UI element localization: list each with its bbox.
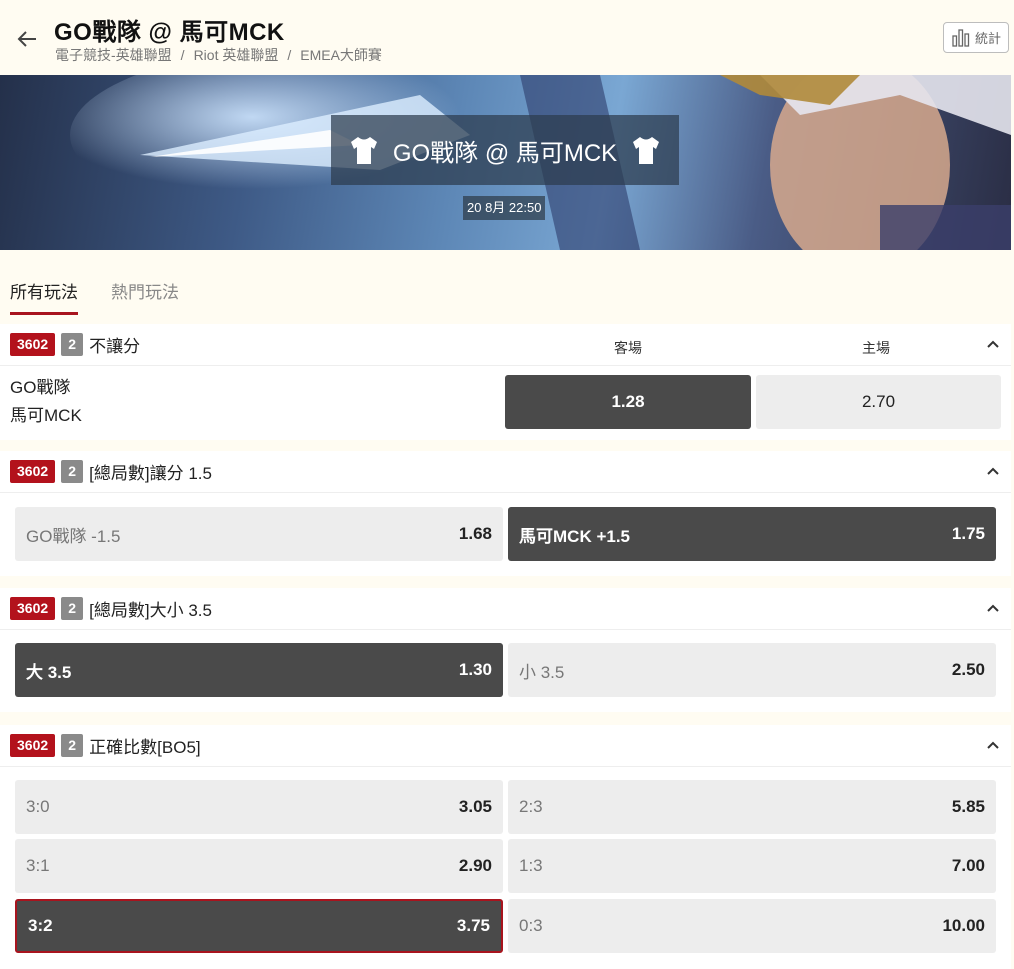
odds-value: 2.90 — [458, 856, 492, 875]
odds-value: 2.70 — [861, 392, 896, 411]
market-tabs: 所有玩法 熱門玩法 — [0, 278, 1014, 315]
market-id-badge: 3602 — [10, 333, 56, 356]
page-title: GO戰隊 @ 馬可MCK — [54, 19, 285, 46]
breadcrumb-item-league[interactable]: EMEA大師賽 — [300, 47, 382, 63]
home-jersey-icon — [633, 137, 660, 164]
option-label: 3:1 — [26, 856, 50, 875]
market-header[interactable]: 3602 2 不讓分 客場 主場 — [0, 324, 1011, 366]
stats-label: 統計 — [974, 31, 1001, 46]
odds-value: 3.75 — [456, 916, 490, 935]
odds-value: 1.30 — [458, 660, 492, 679]
breadcrumb-separator: / — [287, 47, 292, 63]
column-label-home: 主場 — [862, 340, 890, 356]
odds-value: 10.00 — [942, 916, 985, 935]
tab-all-markets[interactable]: 所有玩法 — [10, 278, 78, 315]
match-time: 20 8月 22:50 — [463, 196, 546, 220]
market-title: 不讓分 — [89, 337, 141, 356]
odds-button-score[interactable]: 3:2 3.75 — [15, 899, 503, 953]
bar-chart-icon — [952, 28, 970, 47]
option-label: 大 3.5 — [26, 662, 72, 682]
away-jersey-icon — [350, 137, 377, 164]
market-correct-score: 3602 2 正確比數[BO5] 3:0 3.05 2:3 5.85 3:1 2… — [0, 725, 1011, 969]
match-title-box: GO戰隊 @ 馬可MCK — [331, 115, 679, 185]
odds-value: 1.75 — [951, 524, 985, 543]
breadcrumb-item-sport[interactable]: 電子競技-英雄聯盟 — [55, 47, 172, 63]
match-banner: GO戰隊 @ 馬可MCK 20 8月 22:50 — [0, 75, 1011, 250]
page-header: GO戰隊 @ 馬可MCK 電子競技-英雄聯盟 / Riot 英雄聯盟 / EMEA大師賽… — [0, 0, 1014, 75]
column-label-away: 客場 — [614, 340, 642, 356]
market-id-badge: 3602 — [10, 597, 56, 620]
back-arrow-icon[interactable] — [14, 26, 40, 52]
market-header[interactable]: 3602 2 [總局數]讓分 1.5 — [0, 451, 1011, 493]
option-label: 3:0 — [26, 797, 50, 816]
market-id-badge: 3602 — [10, 734, 56, 757]
option-label: 馬可MCK +1.5 — [519, 526, 630, 546]
option-label: 3:2 — [28, 916, 53, 935]
market-header[interactable]: 3602 2 正確比數[BO5] — [0, 725, 1011, 767]
odds-button-score[interactable]: 3:1 2.90 — [15, 839, 503, 893]
market-count-badge: 2 — [61, 597, 84, 620]
odds-value: 5.85 — [951, 797, 985, 816]
option-label: 0:3 — [519, 916, 543, 935]
team-names: GO戰隊 馬可MCK — [10, 374, 82, 430]
market-count-badge: 2 — [61, 460, 84, 483]
option-label: 1:3 — [519, 856, 543, 875]
option-label: 小 3.5 — [519, 662, 565, 682]
market-count-badge: 2 — [61, 734, 84, 757]
market-count-badge: 2 — [61, 333, 84, 356]
breadcrumb-separator: / — [180, 47, 185, 63]
odds-button-option[interactable]: 大 3.5 1.30 — [15, 643, 503, 697]
market-moneyline: 3602 2 不讓分 客場 主場 GO戰隊 馬可MCK 1.28 2.70 — [0, 324, 1011, 440]
odds-value: 1.68 — [458, 524, 492, 543]
market-id-badge: 3602 — [10, 460, 56, 483]
odds-button-score[interactable]: 2:3 5.85 — [508, 780, 996, 834]
market-title: [總局數]讓分 1.5 — [89, 464, 212, 483]
breadcrumb-item-game[interactable]: Riot 英雄聯盟 — [194, 47, 279, 63]
chevron-up-icon[interactable] — [985, 336, 1001, 352]
market-totals: 3602 2 [總局數]大小 3.5 大 3.5 1.30 小 3.5 2.50 — [0, 588, 1011, 712]
market-title: [總局數]大小 3.5 — [89, 601, 212, 620]
market-header[interactable]: 3602 2 [總局數]大小 3.5 — [0, 588, 1011, 630]
odds-button-score[interactable]: 0:3 10.00 — [508, 899, 996, 953]
odds-value: 1.28 — [611, 392, 645, 411]
market-title: 正確比數[BO5] — [89, 738, 201, 757]
odds-button-option[interactable]: GO戰隊 -1.5 1.68 — [15, 507, 503, 561]
odds-value: 7.00 — [951, 856, 985, 875]
breadcrumb: 電子競技-英雄聯盟 / Riot 英雄聯盟 / EMEA大師賽 — [55, 45, 382, 65]
tab-popular-markets[interactable]: 熱門玩法 — [111, 278, 179, 312]
odds-button-option[interactable]: 馬可MCK +1.5 1.75 — [508, 507, 996, 561]
home-team-name: 馬可MCK — [10, 406, 82, 425]
option-label: 2:3 — [519, 797, 543, 816]
odds-button-option[interactable]: 小 3.5 2.50 — [508, 643, 996, 697]
banner-match-title: GO戰隊 @ 馬可MCK — [392, 139, 618, 167]
option-label: GO戰隊 -1.5 — [26, 526, 121, 546]
odds-button-score[interactable]: 3:0 3.05 — [15, 780, 503, 834]
away-team-name: GO戰隊 — [10, 378, 71, 397]
odds-value: 2.50 — [951, 660, 985, 679]
chevron-up-icon[interactable] — [985, 463, 1001, 479]
odds-value: 3.05 — [458, 797, 492, 816]
chevron-up-icon[interactable] — [985, 737, 1001, 753]
odds-button-score[interactable]: 1:3 7.00 — [508, 839, 996, 893]
stats-button[interactable]: 統計 — [943, 22, 1009, 53]
odds-button-away[interactable]: 1.28 — [505, 375, 751, 429]
odds-button-home[interactable]: 2.70 — [756, 375, 1001, 429]
chevron-up-icon[interactable] — [985, 600, 1001, 616]
market-handicap: 3602 2 [總局數]讓分 1.5 GO戰隊 -1.5 1.68 馬可MCK … — [0, 451, 1011, 576]
